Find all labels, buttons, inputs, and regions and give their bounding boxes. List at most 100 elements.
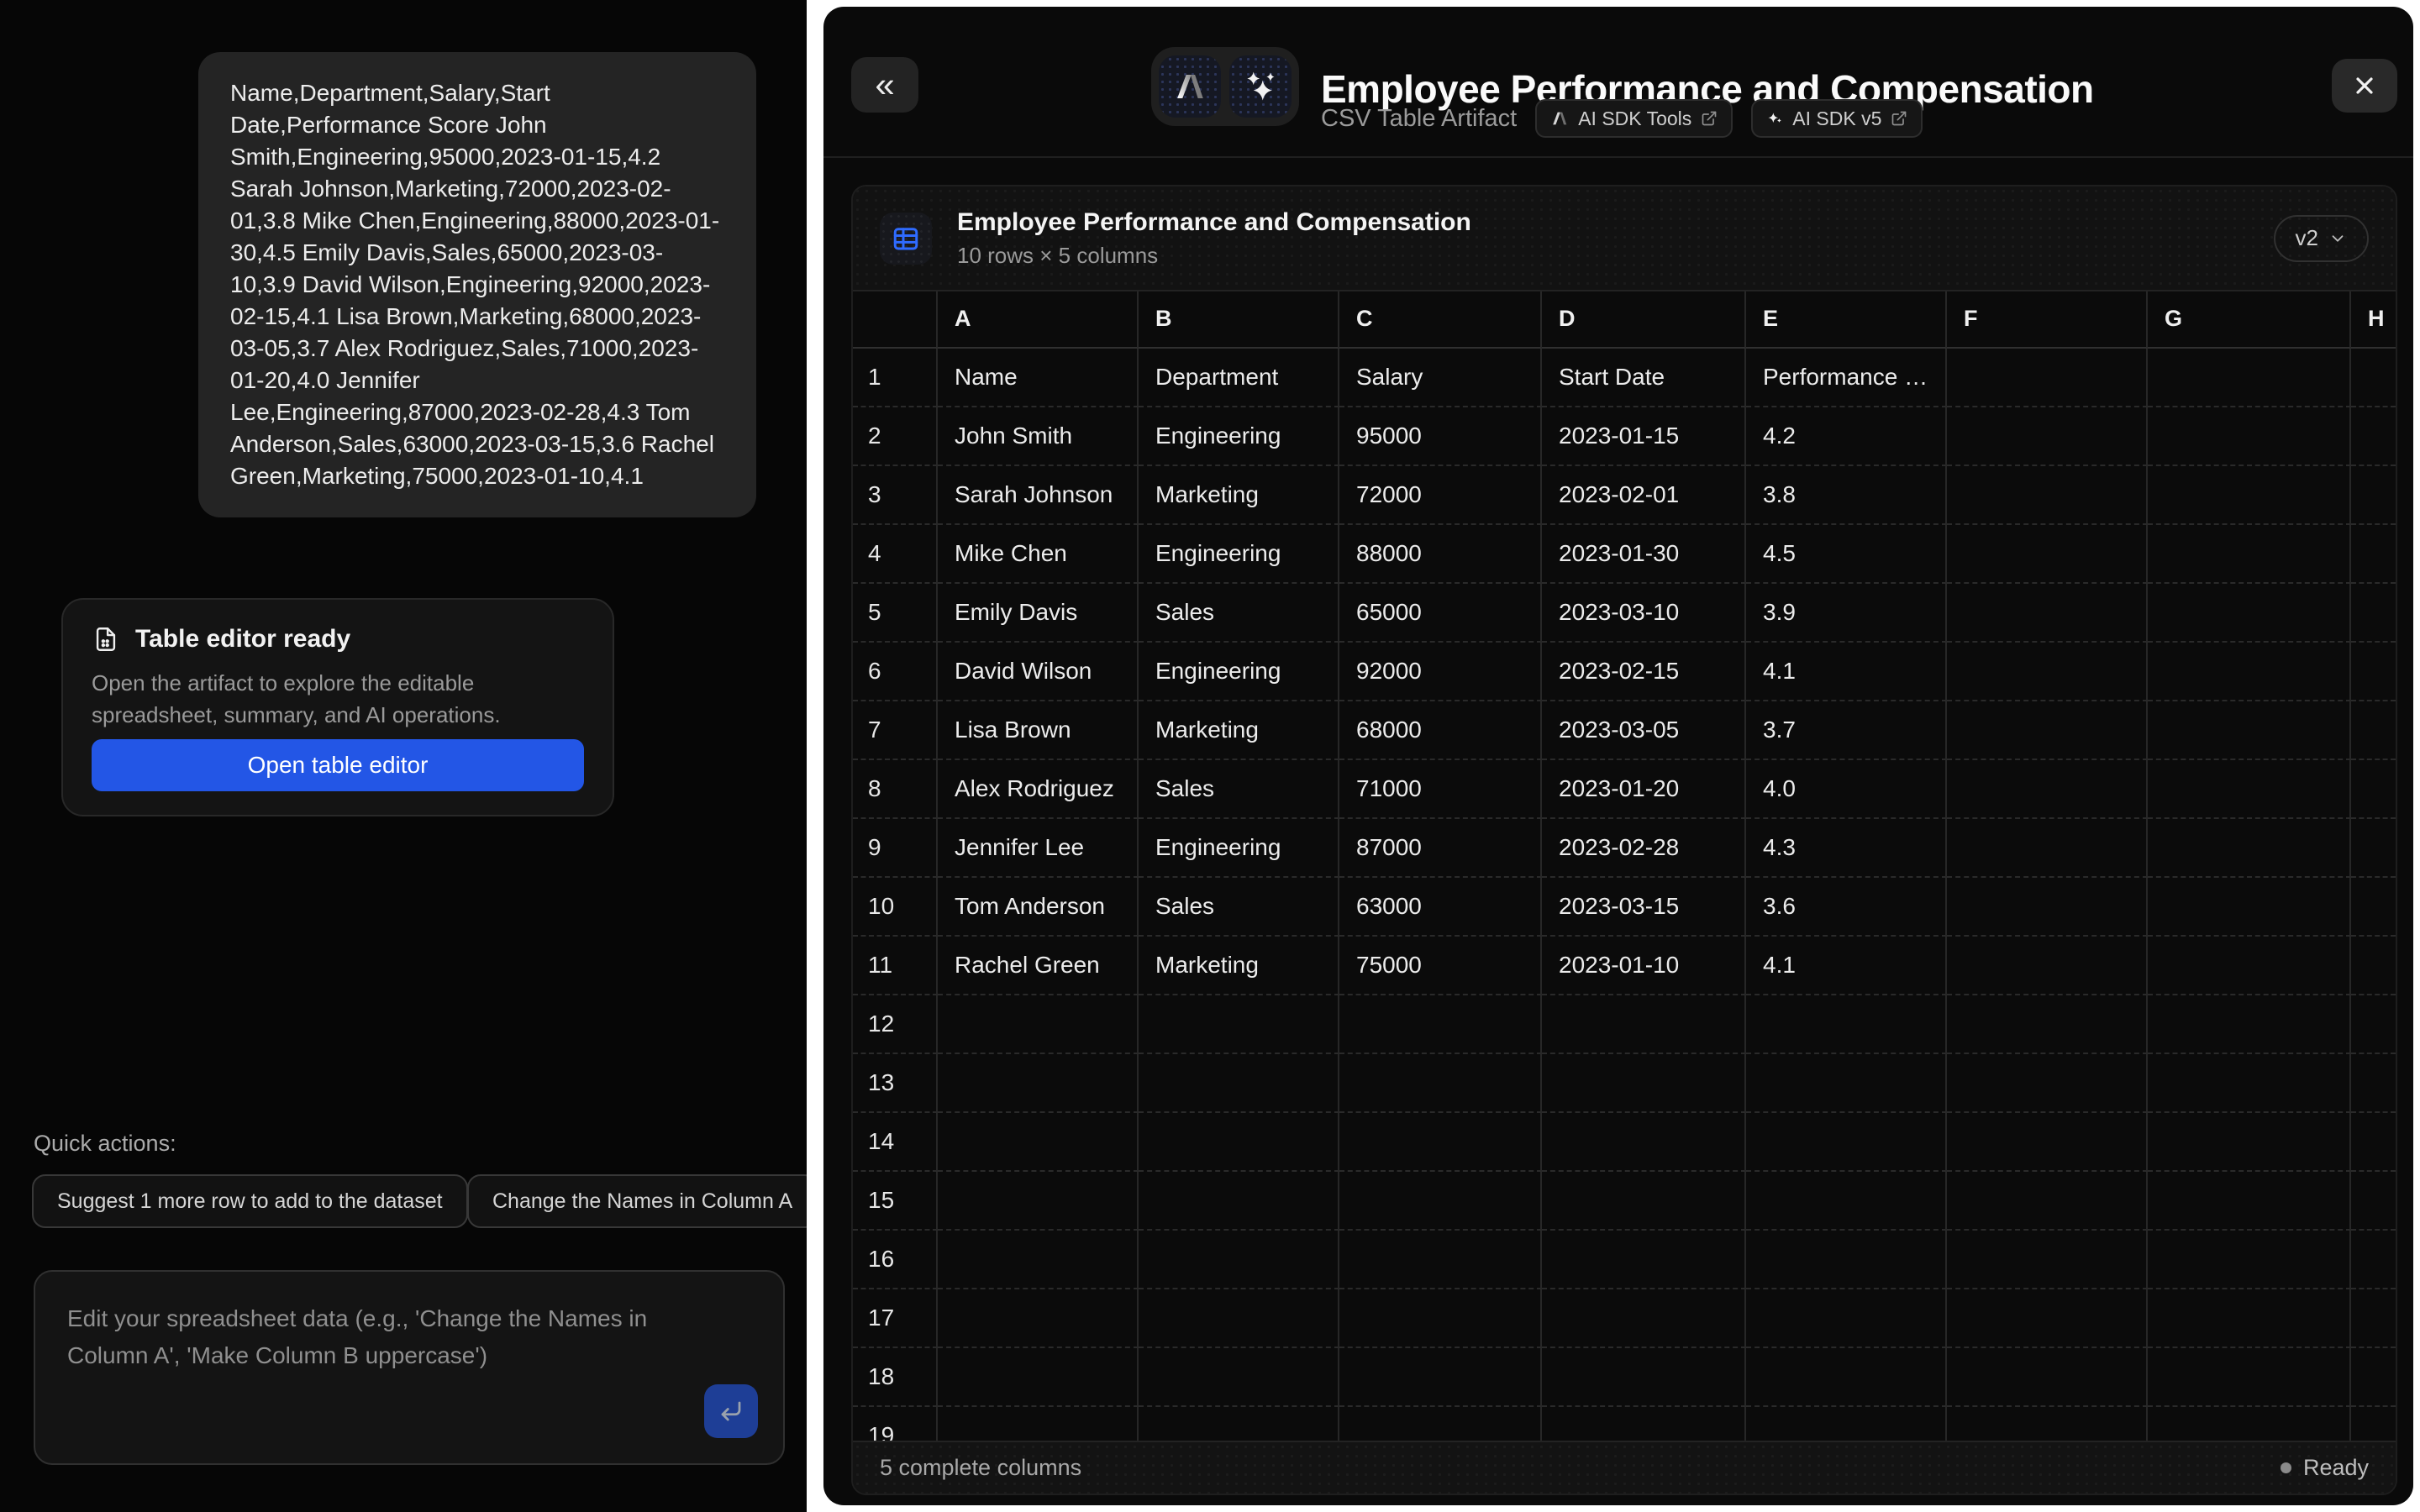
- cell-E5[interactable]: 3.9: [1746, 584, 1947, 643]
- open-table-editor-button[interactable]: Open table editor: [92, 739, 584, 791]
- column-header-F[interactable]: F: [1947, 291, 2148, 349]
- badge-ai-sdk-v5[interactable]: AI SDK v5: [1751, 99, 1923, 138]
- cell-E9[interactable]: 4.3: [1746, 819, 1947, 878]
- cell-E3[interactable]: 3.8: [1746, 466, 1947, 525]
- row-number-1[interactable]: 1: [853, 349, 938, 407]
- cell-A10[interactable]: Tom Anderson: [938, 878, 1139, 937]
- cell-F7[interactable]: [1947, 701, 2148, 760]
- cell-B12[interactable]: [1139, 995, 1339, 1054]
- cell-D11[interactable]: 2023-01-10: [1542, 937, 1746, 995]
- cell-H1[interactable]: [2351, 349, 2396, 407]
- cell-A9[interactable]: Jennifer Lee: [938, 819, 1139, 878]
- cell-H6[interactable]: [2351, 643, 2396, 701]
- cell-G7[interactable]: [2148, 701, 2351, 760]
- cell-E16[interactable]: [1746, 1231, 1947, 1289]
- cell-C18[interactable]: [1339, 1348, 1542, 1407]
- cell-A1[interactable]: Name: [938, 349, 1139, 407]
- cell-F15[interactable]: [1947, 1172, 2148, 1231]
- cell-A12[interactable]: [938, 995, 1139, 1054]
- composer-input[interactable]: [66, 1299, 670, 1432]
- cell-D4[interactable]: 2023-01-30: [1542, 525, 1746, 584]
- cell-G16[interactable]: [2148, 1231, 2351, 1289]
- cell-B16[interactable]: [1139, 1231, 1339, 1289]
- cell-F9[interactable]: [1947, 819, 2148, 878]
- cell-G19[interactable]: [2148, 1407, 2351, 1441]
- column-header-E[interactable]: E: [1746, 291, 1947, 349]
- cell-B15[interactable]: [1139, 1172, 1339, 1231]
- cell-G15[interactable]: [2148, 1172, 2351, 1231]
- cell-H19[interactable]: [2351, 1407, 2396, 1441]
- cell-G13[interactable]: [2148, 1054, 2351, 1113]
- cell-C19[interactable]: [1339, 1407, 1542, 1441]
- cell-A11[interactable]: Rachel Green: [938, 937, 1139, 995]
- cell-E13[interactable]: [1746, 1054, 1947, 1113]
- cell-B8[interactable]: Sales: [1139, 760, 1339, 819]
- cell-F17[interactable]: [1947, 1289, 2148, 1348]
- cell-E10[interactable]: 3.6: [1746, 878, 1947, 937]
- cell-E11[interactable]: 4.1: [1746, 937, 1947, 995]
- cell-C15[interactable]: [1339, 1172, 1542, 1231]
- cell-D15[interactable]: [1542, 1172, 1746, 1231]
- cell-F5[interactable]: [1947, 584, 2148, 643]
- cell-D19[interactable]: [1542, 1407, 1746, 1441]
- cell-A6[interactable]: David Wilson: [938, 643, 1139, 701]
- cell-C12[interactable]: [1339, 995, 1542, 1054]
- cell-A7[interactable]: Lisa Brown: [938, 701, 1139, 760]
- cell-H14[interactable]: [2351, 1113, 2396, 1172]
- row-number-4[interactable]: 4: [853, 525, 938, 584]
- cell-G10[interactable]: [2148, 878, 2351, 937]
- row-number-2[interactable]: 2: [853, 407, 938, 466]
- cell-F11[interactable]: [1947, 937, 2148, 995]
- cell-D18[interactable]: [1542, 1348, 1746, 1407]
- cell-B17[interactable]: [1139, 1289, 1339, 1348]
- cell-E1[interactable]: Performance Score: [1746, 349, 1947, 407]
- cell-D9[interactable]: 2023-02-28: [1542, 819, 1746, 878]
- cell-A16[interactable]: [938, 1231, 1139, 1289]
- cell-A2[interactable]: John Smith: [938, 407, 1139, 466]
- row-number-17[interactable]: 17: [853, 1289, 938, 1348]
- quick-action-change-names[interactable]: Change the Names in Column A: [467, 1174, 807, 1228]
- cell-H11[interactable]: [2351, 937, 2396, 995]
- cell-F3[interactable]: [1947, 466, 2148, 525]
- cell-A13[interactable]: [938, 1054, 1139, 1113]
- cell-B3[interactable]: Marketing: [1139, 466, 1339, 525]
- cell-B9[interactable]: Engineering: [1139, 819, 1339, 878]
- cell-A8[interactable]: Alex Rodriguez: [938, 760, 1139, 819]
- cell-H7[interactable]: [2351, 701, 2396, 760]
- row-number-8[interactable]: 8: [853, 760, 938, 819]
- cell-H12[interactable]: [2351, 995, 2396, 1054]
- cell-H13[interactable]: [2351, 1054, 2396, 1113]
- row-number-12[interactable]: 12: [853, 995, 938, 1054]
- cell-H9[interactable]: [2351, 819, 2396, 878]
- cell-D5[interactable]: 2023-03-10: [1542, 584, 1746, 643]
- cell-F16[interactable]: [1947, 1231, 2148, 1289]
- cell-D7[interactable]: 2023-03-05: [1542, 701, 1746, 760]
- cell-F19[interactable]: [1947, 1407, 2148, 1441]
- cell-G14[interactable]: [2148, 1113, 2351, 1172]
- badge-ai-sdk-tools[interactable]: AI SDK Tools: [1535, 99, 1733, 138]
- cell-C16[interactable]: [1339, 1231, 1542, 1289]
- cell-G1[interactable]: [2148, 349, 2351, 407]
- cell-G3[interactable]: [2148, 466, 2351, 525]
- row-number-15[interactable]: 15: [853, 1172, 938, 1231]
- cell-D8[interactable]: 2023-01-20: [1542, 760, 1746, 819]
- cell-C8[interactable]: 71000: [1339, 760, 1542, 819]
- collapse-artifact-button[interactable]: «: [851, 57, 918, 113]
- cell-F4[interactable]: [1947, 525, 2148, 584]
- row-number-16[interactable]: 16: [853, 1231, 938, 1289]
- cell-D1[interactable]: Start Date: [1542, 349, 1746, 407]
- column-header-G[interactable]: G: [2148, 291, 2351, 349]
- cell-D13[interactable]: [1542, 1054, 1746, 1113]
- cell-D10[interactable]: 2023-03-15: [1542, 878, 1746, 937]
- column-header-H[interactable]: H: [2351, 291, 2396, 349]
- cell-E15[interactable]: [1746, 1172, 1947, 1231]
- cell-C6[interactable]: 92000: [1339, 643, 1542, 701]
- cell-E4[interactable]: 4.5: [1746, 525, 1947, 584]
- cell-H4[interactable]: [2351, 525, 2396, 584]
- row-number-9[interactable]: 9: [853, 819, 938, 878]
- cell-A19[interactable]: [938, 1407, 1139, 1441]
- row-number-14[interactable]: 14: [853, 1113, 938, 1172]
- cell-C9[interactable]: 87000: [1339, 819, 1542, 878]
- cell-F2[interactable]: [1947, 407, 2148, 466]
- cell-F6[interactable]: [1947, 643, 2148, 701]
